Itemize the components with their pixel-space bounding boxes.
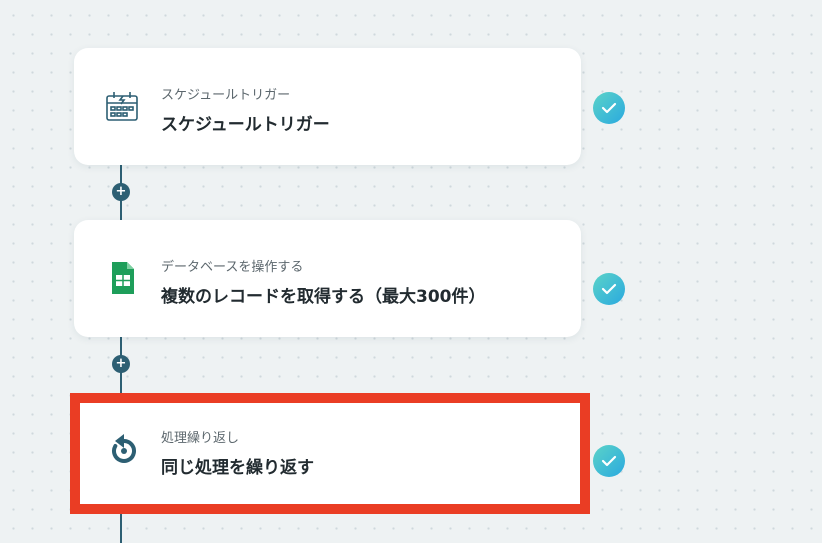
loop-icon — [106, 433, 142, 469]
step-type-label: データベースを操作する — [161, 260, 304, 275]
spreadsheet-icon — [104, 260, 140, 296]
add-step-button[interactable]: + — [112, 355, 130, 373]
step-title: 複数のレコードを取得する（最大300件） — [161, 287, 486, 307]
flow-step-card-schedule-trigger[interactable]: スケジュールトリガー スケジュールトリガー — [74, 48, 581, 165]
step-type-label: 処理繰り返し — [161, 431, 240, 446]
step-title: 同じ処理を繰り返す — [161, 458, 314, 478]
flow-step-card-loop[interactable]: 処理繰り返し 同じ処理を繰り返す — [70, 393, 590, 514]
flow-step-card-database-operation[interactable]: データベースを操作する 複数のレコードを取得する（最大300件） — [74, 220, 581, 337]
step-title: スケジュールトリガー — [161, 115, 330, 135]
flow-connector-line — [120, 514, 122, 543]
add-step-button[interactable]: + — [112, 183, 130, 201]
step-type-label: スケジュールトリガー — [161, 88, 291, 103]
step-completed-check-icon — [593, 273, 625, 305]
step-completed-check-icon — [593, 92, 625, 124]
step-completed-check-icon — [593, 445, 625, 477]
schedule-calendar-icon — [104, 88, 140, 124]
